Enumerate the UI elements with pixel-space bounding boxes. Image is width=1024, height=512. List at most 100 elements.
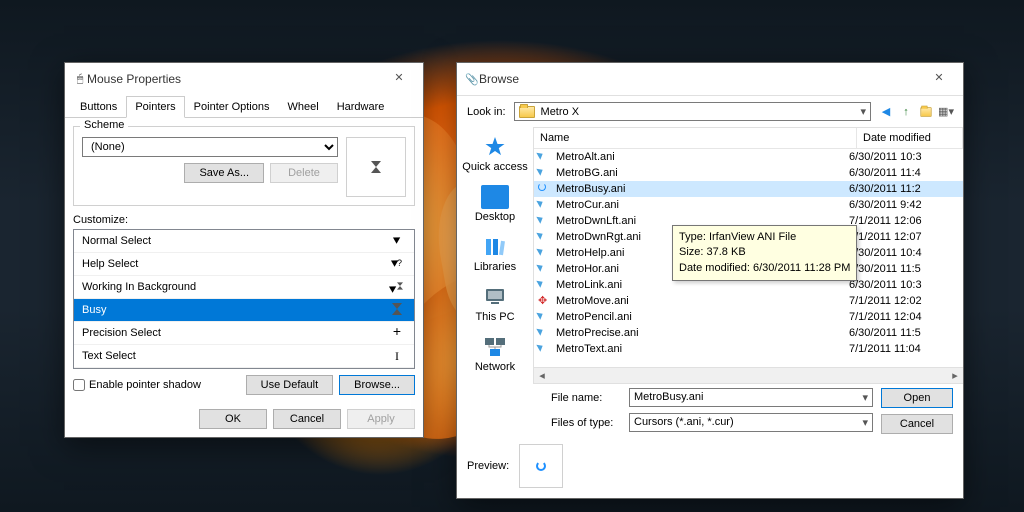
desktop-icon — [481, 185, 509, 209]
chevron-down-icon: ▾ — [862, 391, 868, 404]
tab-pointers[interactable]: Pointers — [126, 96, 184, 118]
look-in-dropdown[interactable]: Metro X ▾ — [514, 102, 871, 121]
titlebar[interactable]: 🖱 Mouse Properties ✕ — [65, 63, 423, 95]
cancel-button[interactable]: Cancel — [273, 409, 341, 429]
window-title: Browse — [479, 72, 923, 86]
tab-hardware[interactable]: Hardware — [328, 96, 394, 118]
file-name: MetroDwnRgt.ani — [556, 231, 641, 243]
close-button[interactable]: ✕ — [383, 69, 415, 89]
scheme-dropdown[interactable]: (None) — [82, 137, 338, 157]
place-this-pc[interactable]: This PC — [457, 281, 533, 327]
file-date: 7/1/2011 12:06 — [849, 215, 959, 227]
file-date: 6/30/2011 11:5 — [849, 263, 959, 275]
file-date: 6/30/2011 11:4 — [849, 167, 959, 179]
file-date: 6/30/2011 10:3 — [849, 151, 959, 163]
use-default-button[interactable]: Use Default — [246, 375, 333, 395]
tab-buttons[interactable]: Buttons — [71, 96, 126, 118]
cancel-button[interactable]: Cancel — [881, 414, 953, 434]
file-icon — [538, 262, 552, 276]
look-in-label: Look in: — [467, 106, 506, 118]
col-date[interactable]: Date modified — [857, 128, 963, 148]
back-icon[interactable]: ◀ — [879, 105, 893, 119]
col-name[interactable]: Name — [534, 128, 857, 148]
enable-shadow-input[interactable] — [73, 379, 85, 391]
cursor-listbox[interactable]: Normal Select Help Select?Working In Back… — [73, 229, 415, 369]
titlebar[interactable]: 📎 Browse ✕ — [457, 63, 963, 96]
file-name: MetroText.ani — [556, 343, 622, 355]
file-row[interactable]: MetroPencil.ani7/1/2011 12:04 — [534, 309, 963, 325]
browse-button[interactable]: Browse... — [339, 375, 415, 395]
file-row[interactable]: MetroBG.ani6/30/2011 11:4 — [534, 165, 963, 181]
views-icon[interactable]: ▦▾ — [939, 105, 953, 119]
file-icon — [538, 310, 552, 324]
file-date: 7/1/2011 12:02 — [849, 295, 959, 307]
file-name: MetroBusy.ani — [556, 183, 626, 195]
cursor-row[interactable]: Normal Select — [74, 230, 414, 253]
libraries-icon — [481, 235, 509, 259]
file-icon: ✥ — [538, 294, 552, 308]
file-icon — [538, 214, 552, 228]
cursor-row[interactable]: Working In Background — [74, 276, 414, 299]
folder-icon — [519, 106, 535, 118]
file-name-input[interactable]: MetroBusy.ani ▾ — [629, 388, 873, 407]
window-title: Mouse Properties — [87, 72, 383, 86]
save-as-button[interactable]: Save As... — [184, 163, 264, 183]
open-button[interactable]: Open — [881, 388, 953, 408]
file-row[interactable]: ✥ MetroMove.ani 7/1/2011 12:02 — [534, 293, 963, 309]
file-row[interactable]: MetroBusy.ani6/30/2011 11:2 — [534, 181, 963, 197]
browse-window: 📎 Browse ✕ Look in: Metro X ▾ ◀ ↑ ▦▾ Qui… — [456, 62, 964, 499]
place-quick-access[interactable]: Quick access — [457, 131, 533, 177]
file-row[interactable]: MetroCur.ani6/30/2011 9:42 — [534, 197, 963, 213]
close-button[interactable]: ✕ — [923, 69, 955, 89]
file-row[interactable]: MetroText.ani7/1/2011 11:04 — [534, 341, 963, 357]
column-headers: Name Date modified — [534, 128, 963, 149]
up-icon[interactable]: ↑ — [899, 105, 913, 119]
file-date: 6/30/2011 11:5 — [849, 327, 959, 339]
files-of-type-dropdown[interactable]: Cursors (*.ani, *.cur) ▾ — [629, 413, 873, 432]
cursor-preview-icon: ? — [388, 257, 406, 271]
cursor-row[interactable]: Busy — [74, 299, 414, 322]
cursor-name: Text Select — [82, 350, 136, 362]
place-network[interactable]: Network — [457, 331, 533, 377]
file-icon — [538, 198, 552, 212]
files-of-type-label: Files of type: — [551, 417, 621, 429]
file-name: MetroPrecise.ani — [556, 327, 639, 339]
file-row[interactable]: MetroPrecise.ani 6/30/2011 11:5 — [534, 325, 963, 341]
place-libraries[interactable]: Libraries — [457, 231, 533, 277]
cursor-row[interactable]: Text SelectI — [74, 345, 414, 368]
file-icon — [538, 278, 552, 292]
chevron-down-icon: ▾ — [862, 416, 868, 429]
cursor-row[interactable]: Help Select? — [74, 253, 414, 276]
horizontal-scrollbar[interactable]: ◂ ▸ — [534, 367, 963, 383]
file-row[interactable]: MetroAlt.ani6/30/2011 10:3 — [534, 149, 963, 165]
enable-shadow-checkbox[interactable]: Enable pointer shadow — [73, 379, 201, 391]
file-date: 6/30/2011 10:3 — [849, 279, 959, 291]
scroll-left-icon[interactable]: ◂ — [534, 369, 550, 382]
file-date: 6/30/2011 10:4 — [849, 247, 959, 259]
file-icon — [538, 166, 552, 180]
dialog-buttons: OK Cancel Apply — [65, 401, 423, 437]
new-folder-icon[interactable] — [919, 105, 933, 119]
file-name: MetroPencil.ani — [556, 311, 632, 323]
tab-strip: Buttons Pointers Pointer Options Wheel H… — [65, 95, 423, 118]
scroll-right-icon[interactable]: ▸ — [947, 369, 963, 382]
scheme-preview — [346, 137, 406, 197]
delete-button: Delete — [270, 163, 338, 183]
file-icon — [538, 150, 552, 164]
file-name: MetroMove.ani — [556, 295, 629, 307]
file-icon — [538, 230, 552, 244]
file-tooltip: Type: IrfanView ANI File Size: 37.8 KB D… — [672, 225, 857, 281]
cursor-name: Normal Select — [82, 235, 151, 247]
cursor-name: Busy — [82, 304, 106, 316]
file-date: 7/1/2011 12:07 — [849, 231, 959, 243]
tab-pointer-options[interactable]: Pointer Options — [185, 96, 279, 118]
places-bar: Quick access Desktop Libraries This PC N… — [457, 127, 533, 384]
mouse-icon: 🖱 — [73, 72, 87, 86]
file-name-label: File name: — [551, 392, 621, 404]
cursor-row[interactable]: Precision Select+ — [74, 322, 414, 345]
file-list: Name Date modified MetroAlt.ani6/30/2011… — [533, 127, 963, 384]
scheme-group: Scheme (None) Save As... Delete — [73, 126, 415, 206]
ok-button[interactable]: OK — [199, 409, 267, 429]
place-desktop[interactable]: Desktop — [457, 181, 533, 227]
tab-wheel[interactable]: Wheel — [279, 96, 328, 118]
